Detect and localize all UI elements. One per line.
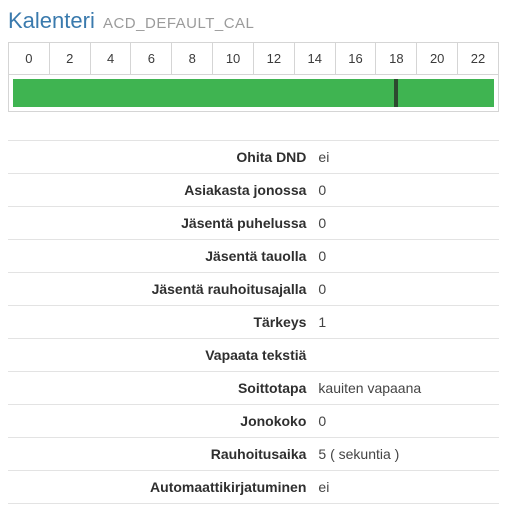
table-row: Jäsentä puhelussa0 [8, 207, 499, 240]
timeline-active-range [13, 79, 494, 107]
timeline-hour-label: 6 [131, 43, 172, 74]
divider [8, 503, 499, 504]
table-row: Jonokoko0 [8, 405, 499, 438]
table-row: Rauhoitusaika5 ( sekuntia ) [8, 438, 499, 471]
title-text: Kalenteri [8, 8, 95, 33]
property-label: Automaattikirjatuminen [8, 471, 312, 504]
table-row: Ohita DNDei [8, 141, 499, 174]
timeline-hour-label: 20 [417, 43, 458, 74]
properties-table: Ohita DNDeiAsiakasta jonossa0Jäsentä puh… [8, 140, 499, 503]
timeline-hour-label: 2 [50, 43, 91, 74]
property-value: 0 [312, 405, 499, 438]
table-row: Asiakasta jonossa0 [8, 174, 499, 207]
property-value: 5 ( sekuntia ) [312, 438, 499, 471]
property-label: Jäsentä rauhoitusajalla [8, 273, 312, 306]
property-value: 0 [312, 207, 499, 240]
timeline-hour-label: 16 [336, 43, 377, 74]
table-row: Jäsentä rauhoitusajalla0 [8, 273, 499, 306]
timeline-hour-label: 14 [295, 43, 336, 74]
property-value: 0 [312, 273, 499, 306]
timeline-hour-label: 4 [91, 43, 132, 74]
timeline-bar-area [9, 75, 498, 111]
title-subtext: ACD_DEFAULT_CAL [103, 15, 254, 32]
property-label: Rauhoitusaika [8, 438, 312, 471]
timeline-hour-label: 12 [254, 43, 295, 74]
table-row: Jäsentä tauolla0 [8, 240, 499, 273]
property-value: ei [312, 471, 499, 504]
property-value: ei [312, 141, 499, 174]
timeline-hour-label: 0 [9, 43, 50, 74]
table-row: Soittotapakauiten vapaana [8, 372, 499, 405]
timeline-hour-label: 18 [376, 43, 417, 74]
property-label: Jonokoko [8, 405, 312, 438]
table-row: Automaattikirjatuminenei [8, 471, 499, 504]
property-label: Jäsentä tauolla [8, 240, 312, 273]
timeline-hour-label: 22 [458, 43, 498, 74]
property-label: Jäsentä puhelussa [8, 207, 312, 240]
property-label: Asiakasta jonossa [8, 174, 312, 207]
timeline-hour-label: 10 [213, 43, 254, 74]
calendar-timeline: 0246810121416182022 [8, 42, 499, 112]
property-value: kauiten vapaana [312, 372, 499, 405]
property-value [312, 339, 499, 372]
property-label: Soittotapa [8, 372, 312, 405]
property-value: 0 [312, 174, 499, 207]
property-label: Vapaata tekstiä [8, 339, 312, 372]
timeline-hours: 0246810121416182022 [9, 43, 498, 75]
property-value: 1 [312, 306, 499, 339]
timeline-hour-label: 8 [172, 43, 213, 74]
page-title: Kalenteri ACD_DEFAULT_CAL [8, 8, 499, 34]
property-label: Tärkeys [8, 306, 312, 339]
property-value: 0 [312, 240, 499, 273]
table-row: Tärkeys1 [8, 306, 499, 339]
table-row: Vapaata tekstiä [8, 339, 499, 372]
property-label: Ohita DND [8, 141, 312, 174]
timeline-current-marker [394, 79, 398, 107]
